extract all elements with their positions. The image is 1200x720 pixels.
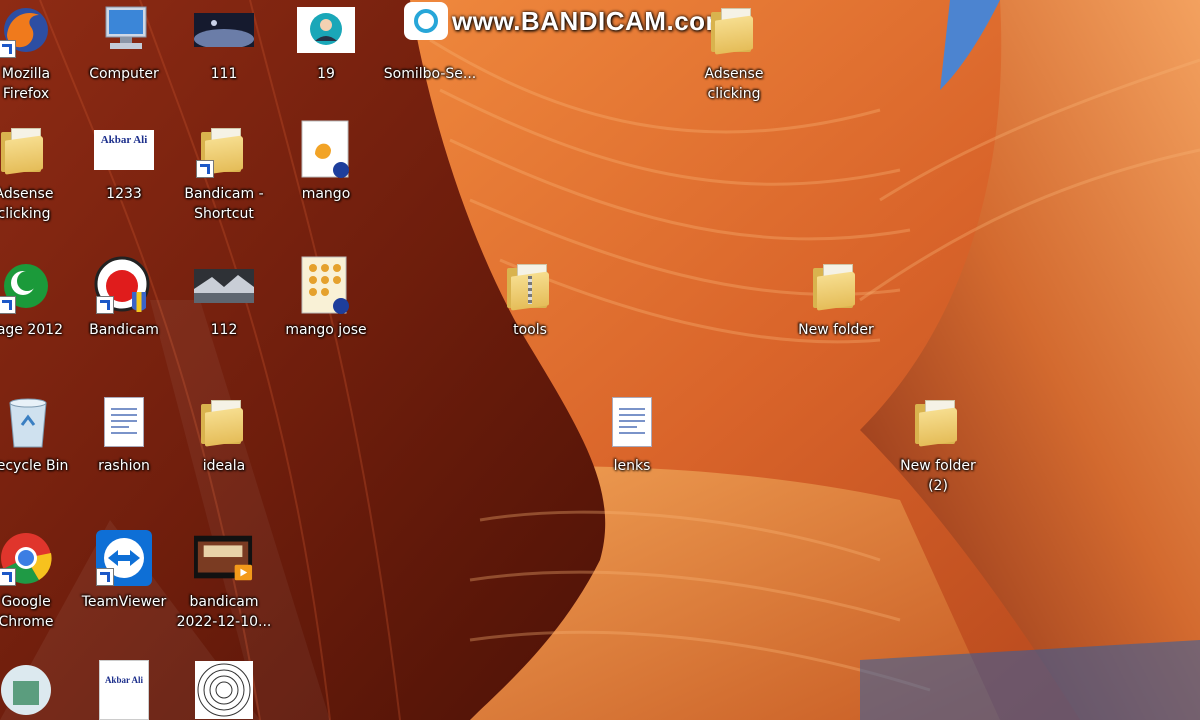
- thumbnail-caption: Akbar Ali: [104, 675, 144, 685]
- desktop-icon-computer[interactable]: Computer: [76, 0, 172, 84]
- desktop-icon-1233[interactable]: Akbar Ali 1233: [76, 120, 172, 204]
- shortcut-arrow-icon: [0, 40, 16, 58]
- desktop-icon-19[interactable]: 19: [278, 0, 374, 84]
- icon-label: 19: [317, 66, 335, 82]
- icon-label: Recycle Bin: [0, 458, 69, 474]
- contact-avatar-icon: [296, 0, 356, 60]
- icon-label: mango: [301, 186, 351, 202]
- computer-icon: [94, 0, 154, 60]
- icon-label: bandicam 2022-12-10...: [176, 594, 272, 630]
- image-thumbnail-icon: [194, 660, 254, 720]
- icon-label: tools: [513, 322, 547, 338]
- teamviewer-icon: [94, 528, 154, 588]
- desktop-icon-adsense-clicking-2[interactable]: Adsense clicking: [686, 0, 782, 104]
- desktop[interactable]: www.BANDICAM.com Mozilla Firefox Adsense…: [0, 0, 1200, 720]
- folder-icon: [704, 0, 764, 60]
- desktop-icon-mango[interactable]: mango: [278, 120, 374, 204]
- shortcut-arrow-icon: [0, 296, 16, 314]
- icon-label: Adsense clicking: [704, 66, 764, 102]
- zip-folder-icon: [500, 256, 560, 316]
- firefox-icon: [0, 0, 56, 60]
- desktop-icon-ideala[interactable]: ideala: [176, 392, 272, 476]
- icon-label: 111: [210, 66, 238, 82]
- media-file-icon: [296, 120, 356, 180]
- icon-label: New folder (2): [900, 458, 976, 494]
- icon-label: Adsense clicking: [0, 186, 54, 222]
- desktop-icon-recycle-bin[interactable]: Recycle Bin: [0, 392, 76, 476]
- folder-icon: [908, 392, 968, 452]
- folder-icon: [194, 392, 254, 452]
- desktop-icon-rashion[interactable]: rashion: [76, 392, 172, 476]
- desktop-icon-lenks[interactable]: lenks: [584, 392, 680, 476]
- icon-label: Google Chrome: [0, 594, 54, 630]
- document-icon: [94, 392, 154, 452]
- icon-label: lenks: [613, 458, 651, 474]
- desktop-icon-page-2012[interactable]: Page 2012: [0, 256, 74, 340]
- desktop-icon-bandicam-shortcut[interactable]: Bandicam - Shortcut: [176, 120, 272, 224]
- desktop-icon-mozilla-firefox[interactable]: Mozilla Firefox: [0, 0, 74, 104]
- video-file-icon: [194, 528, 254, 588]
- icon-label: New folder: [798, 322, 874, 338]
- image-thumbnail-icon: [194, 0, 254, 60]
- icon-label: Bandicam - Shortcut: [184, 186, 264, 222]
- desktop-icon-new-folder-2[interactable]: New folder (2): [890, 392, 986, 496]
- desktop-icon-new-folder[interactable]: New folder: [788, 256, 884, 340]
- document-icon: Akbar Ali: [94, 660, 154, 720]
- shortcut-arrow-icon: [0, 568, 16, 586]
- folder-icon: [0, 120, 54, 180]
- thumbnail-caption: Akbar Ali: [100, 134, 148, 146]
- chrome-icon: [0, 528, 56, 588]
- icon-label: rashion: [98, 458, 150, 474]
- desktop-icon-111[interactable]: 111: [176, 0, 272, 84]
- desktop-icon-112[interactable]: 112: [176, 256, 272, 340]
- folder-icon: [806, 256, 866, 316]
- desktop-icon-bandicam-video[interactable]: bandicam 2022-12-10...: [176, 528, 272, 632]
- desktop-icon-teamviewer[interactable]: TeamViewer: [76, 528, 172, 612]
- icon-label: Mozilla Firefox: [1, 66, 51, 102]
- desktop-icon-google-chrome[interactable]: Google Chrome: [0, 528, 74, 632]
- desktop-icon-mango-jose[interactable]: mango jose: [278, 256, 374, 340]
- icon-label: TeamViewer: [81, 594, 167, 610]
- shortcut-arrow-icon: [196, 160, 214, 178]
- icon-label: ideala: [202, 458, 246, 474]
- image-thumbnail-icon: [194, 256, 254, 316]
- folder-icon: [194, 120, 254, 180]
- desktop-icon-akbar-ali-doc[interactable]: Akbar Ali: [76, 660, 172, 720]
- media-file-icon: [296, 256, 356, 316]
- icon-label: Computer: [89, 66, 159, 82]
- icon-label: 112: [210, 322, 238, 338]
- desktop-icon-app[interactable]: [0, 660, 74, 720]
- icon-label: mango jose: [285, 322, 367, 338]
- page-app-icon: [0, 256, 56, 316]
- bandicam-record-icon: [94, 256, 154, 316]
- icon-label: Bandicam: [89, 322, 159, 338]
- app-icon: [400, 0, 460, 60]
- desktop-icon-tools[interactable]: tools: [482, 256, 578, 340]
- icon-label: Somilbo-Se...: [383, 66, 477, 82]
- icon-label: Page 2012: [0, 322, 63, 338]
- desktop-icon-adsense-clicking[interactable]: Adsense clicking: [0, 120, 72, 224]
- desktop-icon-somilbo[interactable]: Somilbo-Se...: [382, 0, 478, 84]
- shortcut-arrow-icon: [96, 568, 114, 586]
- document-icon: [602, 392, 662, 452]
- desktop-icon-bandicam[interactable]: Bandicam: [76, 256, 172, 340]
- recycle-bin-icon: [0, 392, 58, 452]
- shortcut-arrow-icon: [96, 296, 114, 314]
- image-thumbnail-icon: Akbar Ali: [94, 120, 154, 180]
- app-icon: [0, 660, 56, 720]
- desktop-icon-pattern-image[interactable]: [176, 660, 272, 720]
- icon-label: 1233: [106, 186, 142, 202]
